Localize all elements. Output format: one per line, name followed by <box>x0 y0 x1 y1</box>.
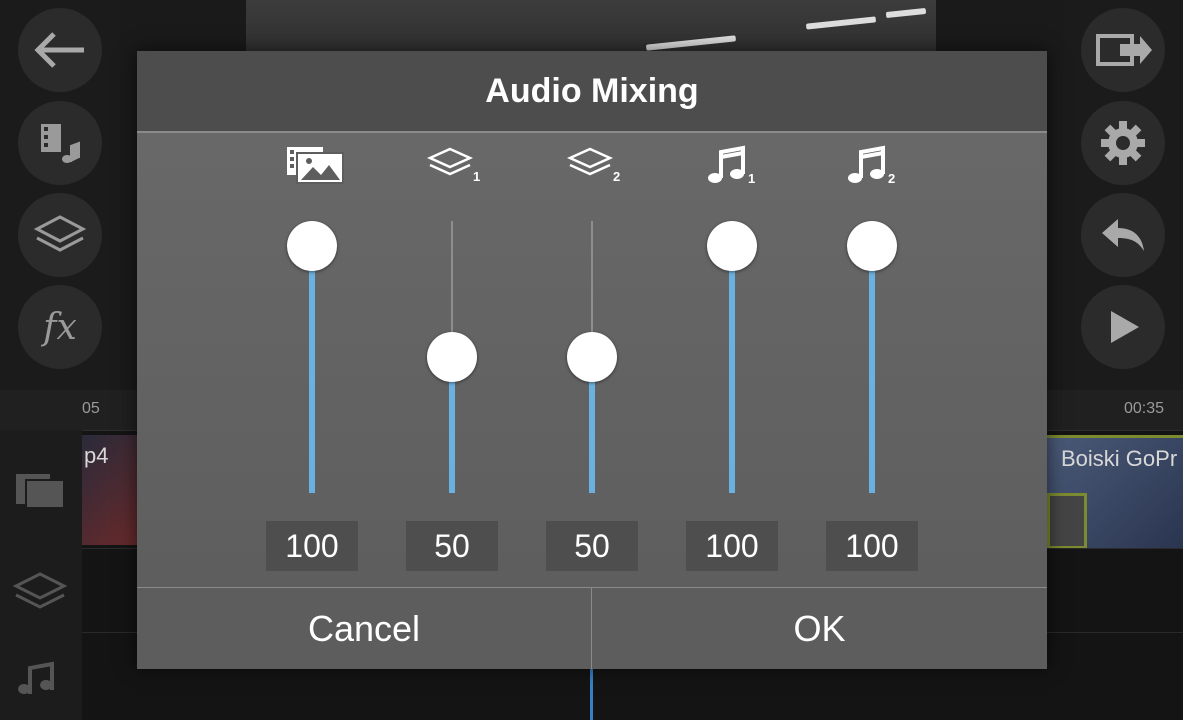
level-value[interactable]: 50 <box>406 521 498 571</box>
video-clip-icon <box>287 147 344 184</box>
slider-knob[interactable] <box>567 332 617 382</box>
layer-icon: 2 <box>566 147 620 184</box>
level-value[interactable]: 100 <box>826 521 918 571</box>
music-subscript: 2 <box>888 171 895 185</box>
music-note-icon: 1 <box>708 145 755 185</box>
cancel-button[interactable]: Cancel <box>137 588 592 669</box>
dialog-overlay: Audio Mixing 100 1 50 2 50 1 100 2 100 C… <box>0 0 1183 720</box>
level-value[interactable]: 100 <box>266 521 358 571</box>
channel-music-1: 1 100 <box>682 133 782 588</box>
slider-knob[interactable] <box>847 221 897 271</box>
slider-fill <box>869 246 875 493</box>
dialog-header: Audio Mixing <box>137 51 1047 133</box>
channel-video: 100 <box>262 133 362 588</box>
slider-fill <box>309 246 315 493</box>
dialog-footer: Cancel OK <box>137 587 1047 669</box>
slider-knob[interactable] <box>707 221 757 271</box>
channel-layer-2: 2 50 <box>542 133 642 588</box>
audio-mixing-dialog: Audio Mixing 100 1 50 2 50 1 100 2 100 C… <box>137 51 1047 669</box>
slider-knob[interactable] <box>287 221 337 271</box>
channel-layer-1: 1 50 <box>402 133 502 588</box>
layer-subscript: 2 <box>613 169 620 184</box>
ok-button[interactable]: OK <box>592 588 1047 669</box>
slider-fill <box>729 246 735 493</box>
level-value[interactable]: 100 <box>686 521 778 571</box>
dialog-title: Audio Mixing <box>485 71 699 110</box>
layer-icon: 1 <box>426 147 480 184</box>
slider-knob[interactable] <box>427 332 477 382</box>
level-value[interactable]: 50 <box>546 521 638 571</box>
layer-subscript: 1 <box>473 169 480 184</box>
music-note-icon: 2 <box>848 145 895 185</box>
music-subscript: 1 <box>748 171 755 185</box>
channel-music-2: 2 100 <box>822 133 922 588</box>
